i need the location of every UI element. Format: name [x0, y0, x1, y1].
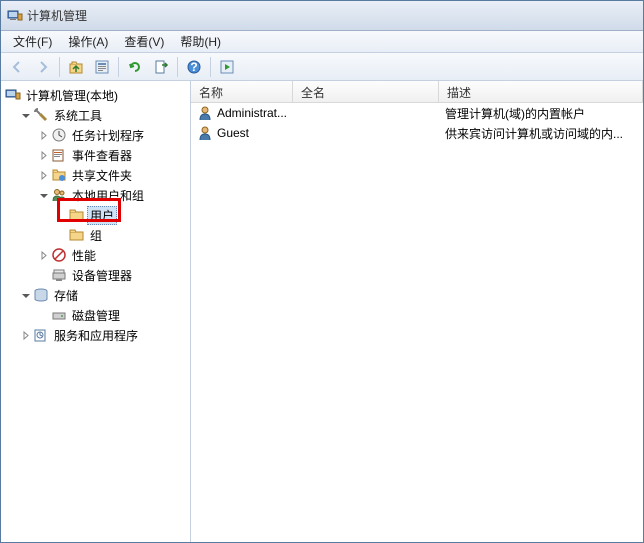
window-title: 计算机管理 [27, 7, 87, 24]
list-row[interactable]: Guest 供来宾访问计算机或访问域的内... [191, 123, 643, 143]
spacer [37, 269, 49, 281]
list-row[interactable]: Administrat... 管理计算机(域)的内置帐户 [191, 103, 643, 123]
svg-text:?: ? [190, 60, 197, 74]
tree-groups[interactable]: 组 [3, 225, 188, 245]
toolbar-separator [118, 57, 119, 77]
expand-icon[interactable] [37, 249, 49, 261]
menu-action[interactable]: 操作(A) [60, 31, 116, 52]
services-icon [33, 327, 49, 343]
tree-root-label: 计算机管理(本地) [23, 86, 121, 105]
performance-icon [51, 247, 67, 263]
tree-shared-folders[interactable]: 共享文件夹 [3, 165, 188, 185]
window: 计算机管理 文件(F) 操作(A) 查看(V) 帮助(H) ? 计算机管理(本地… [0, 0, 644, 543]
nav-forward-button[interactable] [31, 55, 55, 79]
help-button[interactable]: ? [182, 55, 206, 79]
expand-icon[interactable] [19, 329, 31, 341]
row-name: Administrat... [217, 106, 287, 120]
spacer [55, 229, 67, 241]
device-manager-icon [51, 267, 67, 283]
toolbar: ? [1, 53, 643, 81]
tree-services-label: 服务和应用程序 [51, 326, 141, 345]
user-icon [197, 105, 213, 121]
storage-icon [33, 287, 49, 303]
spacer [37, 309, 49, 321]
export-button[interactable] [149, 55, 173, 79]
refresh-button[interactable] [123, 55, 147, 79]
folder-icon [69, 207, 85, 223]
tree-services-apps[interactable]: 服务和应用程序 [3, 325, 188, 345]
tree-perf-label: 性能 [69, 246, 99, 265]
titlebar: 计算机管理 [1, 1, 643, 31]
list-header: 名称 全名 描述 [191, 81, 643, 103]
tree-system-tools-label: 系统工具 [51, 106, 105, 125]
menubar: 文件(F) 操作(A) 查看(V) 帮助(H) [1, 31, 643, 53]
spacer [55, 209, 67, 221]
tree-users[interactable]: 用户 [3, 205, 188, 225]
tree-usersgroups-label: 本地用户和组 [69, 186, 147, 205]
expand-icon[interactable] [37, 169, 49, 181]
row-desc: 供来宾访问计算机或访问域的内... [445, 125, 623, 142]
folder-icon [69, 227, 85, 243]
toolbar-separator [210, 57, 211, 77]
row-name: Guest [217, 126, 249, 140]
menu-view[interactable]: 查看(V) [116, 31, 172, 52]
properties-button[interactable] [90, 55, 114, 79]
tree-devmgr-label: 设备管理器 [69, 266, 135, 285]
tree-task-label: 任务计划程序 [69, 126, 147, 145]
tools-icon [33, 107, 49, 123]
tree-users-groups[interactable]: 本地用户和组 [3, 185, 188, 205]
clock-icon [51, 127, 67, 143]
computer-management-icon [5, 87, 21, 103]
content-area: 计算机管理(本地) 系统工具 [1, 81, 643, 542]
tree-event-viewer[interactable]: 事件查看器 [3, 145, 188, 165]
tree-groups-label: 组 [87, 226, 105, 245]
tree-performance[interactable]: 性能 [3, 245, 188, 265]
nav-back-button[interactable] [5, 55, 29, 79]
menu-help[interactable]: 帮助(H) [172, 31, 229, 52]
column-desc[interactable]: 描述 [439, 81, 643, 102]
list-body: Administrat... 管理计算机(域)的内置帐户 Guest 供来宾访问… [191, 103, 643, 542]
collapse-icon[interactable] [19, 289, 31, 301]
tree-task-scheduler[interactable]: 任务计划程序 [3, 125, 188, 145]
column-fullname[interactable]: 全名 [293, 81, 439, 102]
column-name[interactable]: 名称 [191, 81, 293, 102]
tree-system-tools[interactable]: 系统工具 [3, 105, 188, 125]
tree-diskmgmt-label: 磁盘管理 [69, 306, 123, 325]
tree-storage[interactable]: 存储 [3, 285, 188, 305]
row-desc: 管理计算机(域)的内置帐户 [445, 105, 585, 122]
toolbar-separator [177, 57, 178, 77]
tree-panel: 计算机管理(本地) 系统工具 [1, 81, 191, 542]
user-icon [197, 125, 213, 141]
tree-device-manager[interactable]: 设备管理器 [3, 265, 188, 285]
tree-shared-label: 共享文件夹 [69, 166, 135, 185]
users-groups-icon [51, 187, 67, 203]
action-button[interactable] [215, 55, 239, 79]
shared-folder-icon [51, 167, 67, 183]
list-panel: 名称 全名 描述 Administrat... 管理计算机(域)的内置帐户 G [191, 81, 643, 542]
tree-users-label: 用户 [87, 206, 117, 225]
menu-file[interactable]: 文件(F) [5, 31, 60, 52]
up-level-button[interactable] [64, 55, 88, 79]
computer-management-icon [7, 8, 23, 24]
event-icon [51, 147, 67, 163]
collapse-icon[interactable] [37, 189, 49, 201]
toolbar-separator [59, 57, 60, 77]
expand-icon[interactable] [37, 149, 49, 161]
tree-root[interactable]: 计算机管理(本地) [3, 85, 188, 105]
collapse-icon[interactable] [19, 109, 31, 121]
expand-icon[interactable] [37, 129, 49, 141]
tree-event-label: 事件查看器 [69, 146, 135, 165]
tree-disk-management[interactable]: 磁盘管理 [3, 305, 188, 325]
tree-storage-label: 存储 [51, 286, 81, 305]
disk-icon [51, 307, 67, 323]
